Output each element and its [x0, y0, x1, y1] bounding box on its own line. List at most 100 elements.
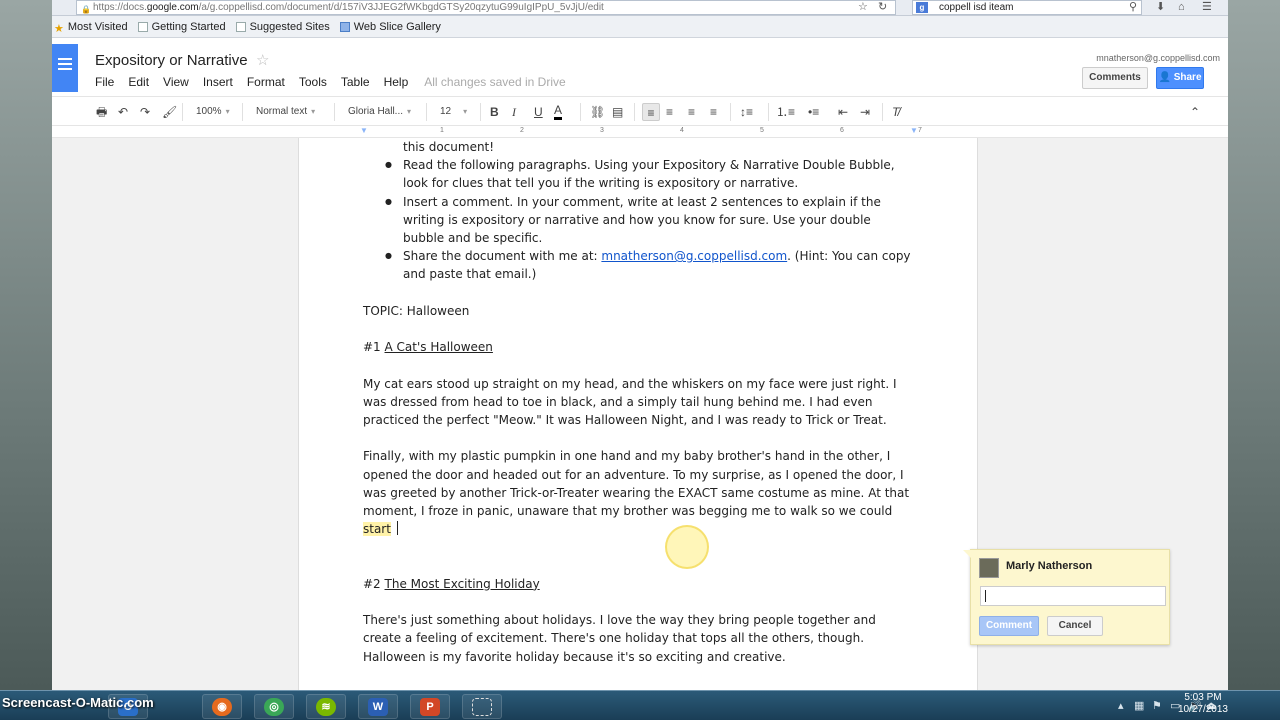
redo-icon[interactable]: ↷	[140, 103, 150, 121]
document-page[interactable]: this document! Read the following paragr…	[298, 138, 978, 690]
spotify-icon: ≋	[316, 698, 336, 716]
reload-icon[interactable]: ↻	[878, 0, 887, 14]
chevron-down-icon: ▾	[407, 107, 412, 116]
chevron-down-icon: ▾	[463, 107, 468, 116]
right-margin-marker-icon[interactable]: ▼	[910, 126, 918, 135]
ruler-number: 6	[840, 127, 844, 134]
story-heading-2: #2 The Most Exciting Holiday	[363, 575, 915, 593]
insert-comment-icon[interactable]: ▤	[612, 103, 623, 121]
clear-formatting-icon[interactable]: T̸	[892, 103, 899, 121]
downloads-icon[interactable]: ⬇	[1156, 0, 1165, 14]
comment-author: Marly Natherson	[1006, 560, 1093, 572]
taskbar-app-snipping[interactable]	[462, 694, 502, 719]
bookmark-getting-started[interactable]: Getting Started	[137, 20, 226, 33]
paint-format-icon[interactable]: 🖌	[162, 103, 177, 121]
home-icon[interactable]: ⌂	[1178, 0, 1185, 14]
document-body[interactable]: this document! Read the following paragr…	[363, 138, 915, 666]
share-instruction-text: Share the document with me at:	[403, 249, 602, 264]
paragraph: Finally, with my plastic pumpkin in one …	[363, 447, 915, 538]
bookmark-label: Getting Started	[151, 20, 226, 33]
italic-icon[interactable]: I	[512, 103, 516, 121]
toolbar-divider	[334, 103, 335, 121]
mouse-cursor-highlight	[665, 525, 709, 569]
ruler-number: 7	[918, 127, 922, 134]
network-icon[interactable]: ▦	[1134, 699, 1144, 712]
font-size-dropdown[interactable]: 12 ▾	[440, 103, 467, 121]
menu-table[interactable]: Table	[341, 75, 370, 89]
taskbar-app-spotify[interactable]: ≋	[306, 694, 346, 719]
menu-edit[interactable]: Edit	[128, 75, 149, 89]
taskbar-app-word[interactable]: W	[358, 694, 398, 719]
link-icon[interactable]: ⛓	[590, 103, 605, 121]
menu-insert[interactable]: Insert	[203, 75, 233, 89]
flag-icon[interactable]: ⚑	[1152, 699, 1162, 712]
search-bar[interactable]: g coppell isd iteam ⚲	[912, 0, 1142, 15]
comment-input[interactable]	[980, 586, 1166, 606]
chevron-down-icon: ▾	[311, 107, 316, 116]
sync-icon[interactable]: ☰	[1202, 0, 1212, 14]
menu-view[interactable]: View	[163, 75, 189, 89]
bookmark-most-visited[interactable]: ★ Most Visited	[54, 21, 128, 35]
desktop-background-right	[1228, 0, 1280, 690]
taskbar-app-powerpoint[interactable]: P	[410, 694, 450, 719]
user-email[interactable]: mnatherson@g.coppellisd.com	[1096, 53, 1220, 63]
zoom-dropdown[interactable]: 100% ▾	[196, 103, 230, 121]
print-icon[interactable]: 🖶	[96, 103, 107, 121]
text-color-icon[interactable]: A	[554, 103, 563, 120]
show-hidden-icons-icon[interactable]: ▴	[1118, 699, 1124, 712]
comment-submit-button[interactable]: Comment	[979, 616, 1039, 636]
highlighted-text[interactable]: start	[363, 522, 391, 537]
undo-icon[interactable]: ↶	[118, 103, 128, 121]
toolbar-divider	[580, 103, 581, 121]
bookmark-web-slice-gallery[interactable]: Web Slice Gallery	[339, 21, 441, 33]
ruler-number: 4	[680, 127, 684, 134]
docs-logo-icon[interactable]	[52, 44, 78, 92]
taskbar-app-chrome[interactable]: ◎	[254, 694, 294, 719]
comments-button[interactable]: Comments	[1082, 67, 1148, 89]
comment-popup: Marly Natherson Comment Cancel	[963, 549, 1170, 645]
bulleted-list-icon[interactable]: •≡	[808, 103, 819, 121]
cancel-button[interactable]: Cancel	[1047, 616, 1103, 636]
underline-icon[interactable]: U	[534, 103, 543, 121]
menu-format[interactable]: Format	[247, 75, 285, 89]
line-spacing-icon[interactable]: ↕≡	[740, 103, 753, 121]
story-title: A Cat's Halloween	[384, 340, 493, 355]
menu-help[interactable]: Help	[384, 75, 409, 89]
font-size-value: 12	[440, 106, 452, 117]
bold-icon[interactable]: B	[490, 103, 499, 121]
menu-bar: File Edit View Insert Format Tools Table…	[95, 75, 566, 89]
document-title[interactable]: Expository or Narrative	[95, 52, 248, 69]
clock[interactable]: 5:03 PM 10/27/2013	[1178, 692, 1228, 716]
align-right-icon[interactable]: ≡	[688, 103, 695, 121]
ruler-scale: ▼ 1 2 3 4 5 6 7 ▼	[360, 126, 922, 138]
toolbar-divider	[730, 103, 731, 121]
align-center-icon[interactable]: ≡	[666, 103, 673, 121]
chevron-down-icon: ▾	[225, 107, 230, 116]
magnifier-icon[interactable]: ⚲	[1129, 1, 1137, 14]
chrome-icon: ◎	[264, 698, 284, 716]
taskbar-app-firefox[interactable]: ◉	[202, 694, 242, 719]
menu-file[interactable]: File	[95, 75, 114, 89]
ruler-number: 1	[440, 127, 444, 134]
bookmark-suggested-sites[interactable]: Suggested Sites	[235, 21, 330, 33]
star-bookmark-icon[interactable]: ☆	[858, 0, 868, 14]
decrease-indent-icon[interactable]: ⇤	[838, 103, 848, 121]
menu-tools[interactable]: Tools	[299, 75, 327, 89]
style-dropdown[interactable]: Normal text ▾	[256, 103, 315, 121]
address-bar[interactable]: 🔒 https://docs.google.com/a/g.coppellisd…	[76, 0, 896, 15]
collapse-chevron-icon[interactable]: ⌃	[1190, 103, 1200, 121]
toolbar-divider	[634, 103, 635, 121]
share-button[interactable]: 👤 Share	[1156, 67, 1204, 89]
toolbar-divider	[242, 103, 243, 121]
indent-marker-icon[interactable]: ▼	[360, 126, 368, 135]
numbered-list-icon[interactable]: ⒈≡	[776, 103, 795, 121]
url-prefix: https://docs.	[93, 2, 147, 13]
increase-indent-icon[interactable]: ⇥	[860, 103, 870, 121]
star-document-icon[interactable]: ☆	[256, 51, 269, 69]
align-left-icon[interactable]: ≡	[642, 103, 660, 121]
justify-icon[interactable]: ≡	[710, 103, 717, 121]
ruler-number: 5	[760, 127, 764, 134]
text-cursor	[396, 521, 398, 536]
font-dropdown[interactable]: Gloria Hall... ▾	[348, 103, 411, 121]
email-link[interactable]: mnatherson@g.coppellisd.com	[601, 249, 787, 263]
